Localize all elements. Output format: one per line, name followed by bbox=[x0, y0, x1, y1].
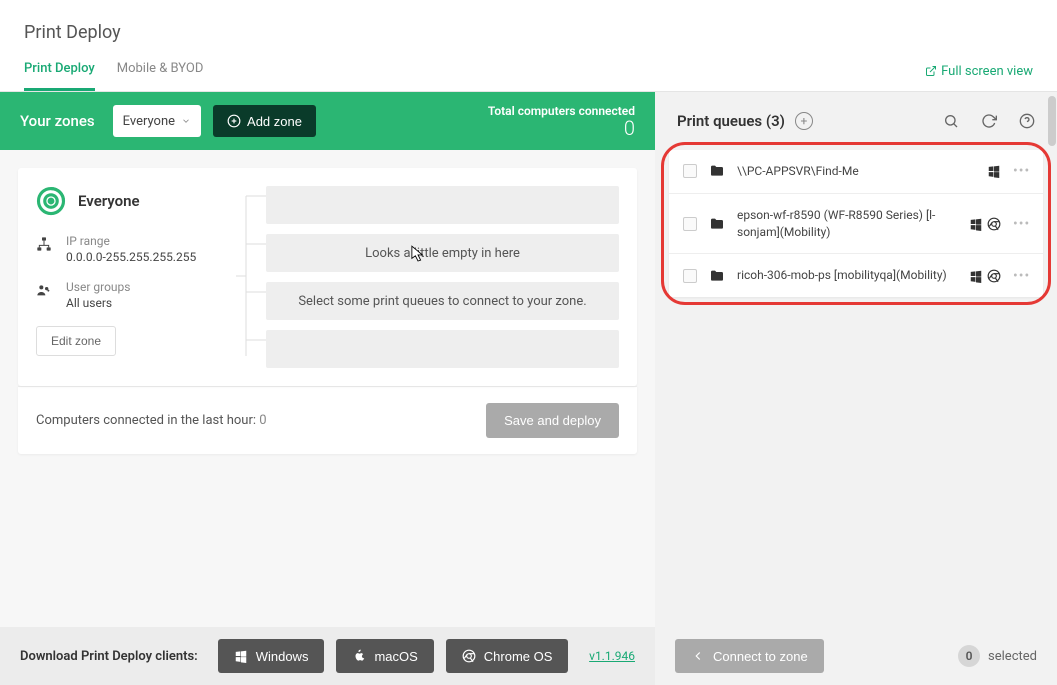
folder-icon bbox=[709, 268, 725, 284]
queue-checkbox[interactable] bbox=[683, 269, 697, 283]
zone-footer: Computers connected in the last hour: 0 … bbox=[18, 386, 637, 454]
edit-zone-button[interactable]: Edit zone bbox=[36, 326, 116, 356]
scrollbar[interactable] bbox=[1048, 96, 1056, 146]
zone-name: Everyone bbox=[78, 192, 140, 210]
footer-text: Computers connected in the last hour: 0 bbox=[36, 413, 267, 428]
help-message: Select some print queues to connect to y… bbox=[298, 294, 586, 309]
print-queues-panel: Print queues (3) + \\PC-APPSVR\Find-Me •… bbox=[655, 92, 1057, 627]
search-icon[interactable] bbox=[943, 113, 959, 129]
zone-select-label: Everyone bbox=[123, 114, 175, 129]
zone-card: Everyone IP range 0.0.0.0-255.255.255.25… bbox=[18, 168, 637, 386]
chromeos-label: Chrome OS bbox=[484, 649, 553, 664]
selected-label: selected bbox=[988, 649, 1037, 664]
arrow-left-icon bbox=[691, 649, 705, 663]
queue-slot[interactable] bbox=[266, 330, 619, 368]
zones-panel: Your zones Everyone Add zone Total compu… bbox=[0, 92, 655, 627]
macos-label: macOS bbox=[374, 649, 417, 664]
zone-select[interactable]: Everyone bbox=[113, 105, 201, 137]
zones-title: Your zones bbox=[20, 112, 95, 130]
queue-name[interactable]: \\PC-APPSVR\Find-Me bbox=[737, 163, 975, 180]
queue-slot[interactable] bbox=[266, 186, 619, 224]
page-title: Print Deploy bbox=[0, 0, 1057, 61]
ip-range-value: 0.0.0.0-255.255.255.255 bbox=[66, 250, 196, 264]
queue-row: epson-wf-r8590 (WF-R8590 Series) [l-sonj… bbox=[669, 194, 1043, 255]
queue-row: ricoh-306-mob-ps [mobilityqa](Mobility) … bbox=[669, 254, 1043, 297]
user-groups-label: User groups bbox=[66, 280, 130, 294]
network-icon bbox=[36, 236, 52, 252]
stats-value: 0 bbox=[488, 118, 635, 138]
more-icon[interactable]: ••• bbox=[1013, 163, 1029, 179]
folder-icon bbox=[709, 163, 725, 179]
download-macos-button[interactable]: macOS bbox=[336, 639, 433, 673]
more-icon[interactable]: ••• bbox=[1013, 216, 1029, 232]
queue-row: \\PC-APPSVR\Find-Me ••• bbox=[669, 150, 1043, 194]
queue-checkbox[interactable] bbox=[683, 164, 697, 178]
chrome-icon bbox=[462, 649, 476, 663]
connect-to-zone-button[interactable]: Connect to zone bbox=[675, 639, 824, 673]
fullscreen-link[interactable]: Full screen view bbox=[925, 64, 1033, 89]
queue-list: \\PC-APPSVR\Find-Me ••• epson-wf-r8590 (… bbox=[669, 150, 1043, 297]
tab-print-deploy[interactable]: Print Deploy bbox=[24, 61, 95, 91]
cursor-icon bbox=[411, 245, 425, 263]
tab-mobile-byod[interactable]: Mobile & BYOD bbox=[117, 61, 204, 91]
chrome-icon bbox=[987, 217, 1001, 231]
bracket-decoration bbox=[236, 186, 266, 366]
connect-label: Connect to zone bbox=[713, 649, 808, 664]
windows-icon bbox=[987, 164, 1001, 178]
zones-header: Your zones Everyone Add zone Total compu… bbox=[0, 92, 655, 150]
external-link-icon bbox=[925, 65, 937, 77]
queue-slot-help[interactable]: Select some print queues to connect to y… bbox=[266, 282, 619, 320]
add-zone-button[interactable]: Add zone bbox=[213, 105, 316, 137]
bottom-bar: Download Print Deploy clients: Windows m… bbox=[0, 627, 1057, 685]
windows-icon bbox=[969, 217, 983, 231]
chrome-icon bbox=[987, 269, 1001, 283]
download-chromeos-button[interactable]: Chrome OS bbox=[446, 639, 569, 673]
target-icon bbox=[36, 186, 66, 216]
download-windows-button[interactable]: Windows bbox=[218, 639, 325, 673]
tabs-row: Print Deploy Mobile & BYOD Full screen v… bbox=[0, 61, 1057, 92]
plus-circle-icon bbox=[227, 114, 241, 128]
folder-icon bbox=[709, 216, 725, 232]
windows-label: Windows bbox=[256, 649, 309, 664]
refresh-icon[interactable] bbox=[981, 113, 997, 129]
more-icon[interactable]: ••• bbox=[1013, 268, 1029, 284]
users-icon bbox=[36, 282, 52, 298]
version-link[interactable]: v1.1.946 bbox=[589, 649, 635, 663]
ip-range-label: IP range bbox=[66, 234, 196, 248]
add-zone-label: Add zone bbox=[247, 114, 302, 129]
queue-slot-empty-msg[interactable]: Looks a little empty in here bbox=[266, 234, 619, 272]
queue-checkbox[interactable] bbox=[683, 217, 697, 231]
selected-count: 0 bbox=[958, 645, 980, 667]
help-icon[interactable] bbox=[1019, 113, 1035, 129]
add-queue-button[interactable]: + bbox=[795, 112, 813, 130]
connected-stats: Total computers connected 0 bbox=[488, 104, 635, 138]
empty-message: Looks a little empty in here bbox=[365, 246, 520, 261]
download-label: Download Print Deploy clients: bbox=[20, 649, 198, 664]
chevron-down-icon bbox=[181, 116, 191, 126]
print-queues-title: Print queues (3) bbox=[677, 112, 785, 130]
save-deploy-button[interactable]: Save and deploy bbox=[486, 403, 619, 438]
user-groups-value: All users bbox=[66, 296, 130, 310]
windows-icon bbox=[969, 269, 983, 283]
fullscreen-label: Full screen view bbox=[941, 64, 1033, 79]
queue-name[interactable]: epson-wf-r8590 (WF-R8590 Series) [l-sonj… bbox=[737, 207, 957, 241]
apple-icon bbox=[352, 649, 366, 663]
queue-name[interactable]: ricoh-306-mob-ps [mobilityqa](Mobility) bbox=[737, 267, 957, 284]
windows-icon bbox=[234, 649, 248, 663]
connected-count: 0 bbox=[259, 413, 266, 428]
stats-label: Total computers connected bbox=[488, 104, 635, 118]
